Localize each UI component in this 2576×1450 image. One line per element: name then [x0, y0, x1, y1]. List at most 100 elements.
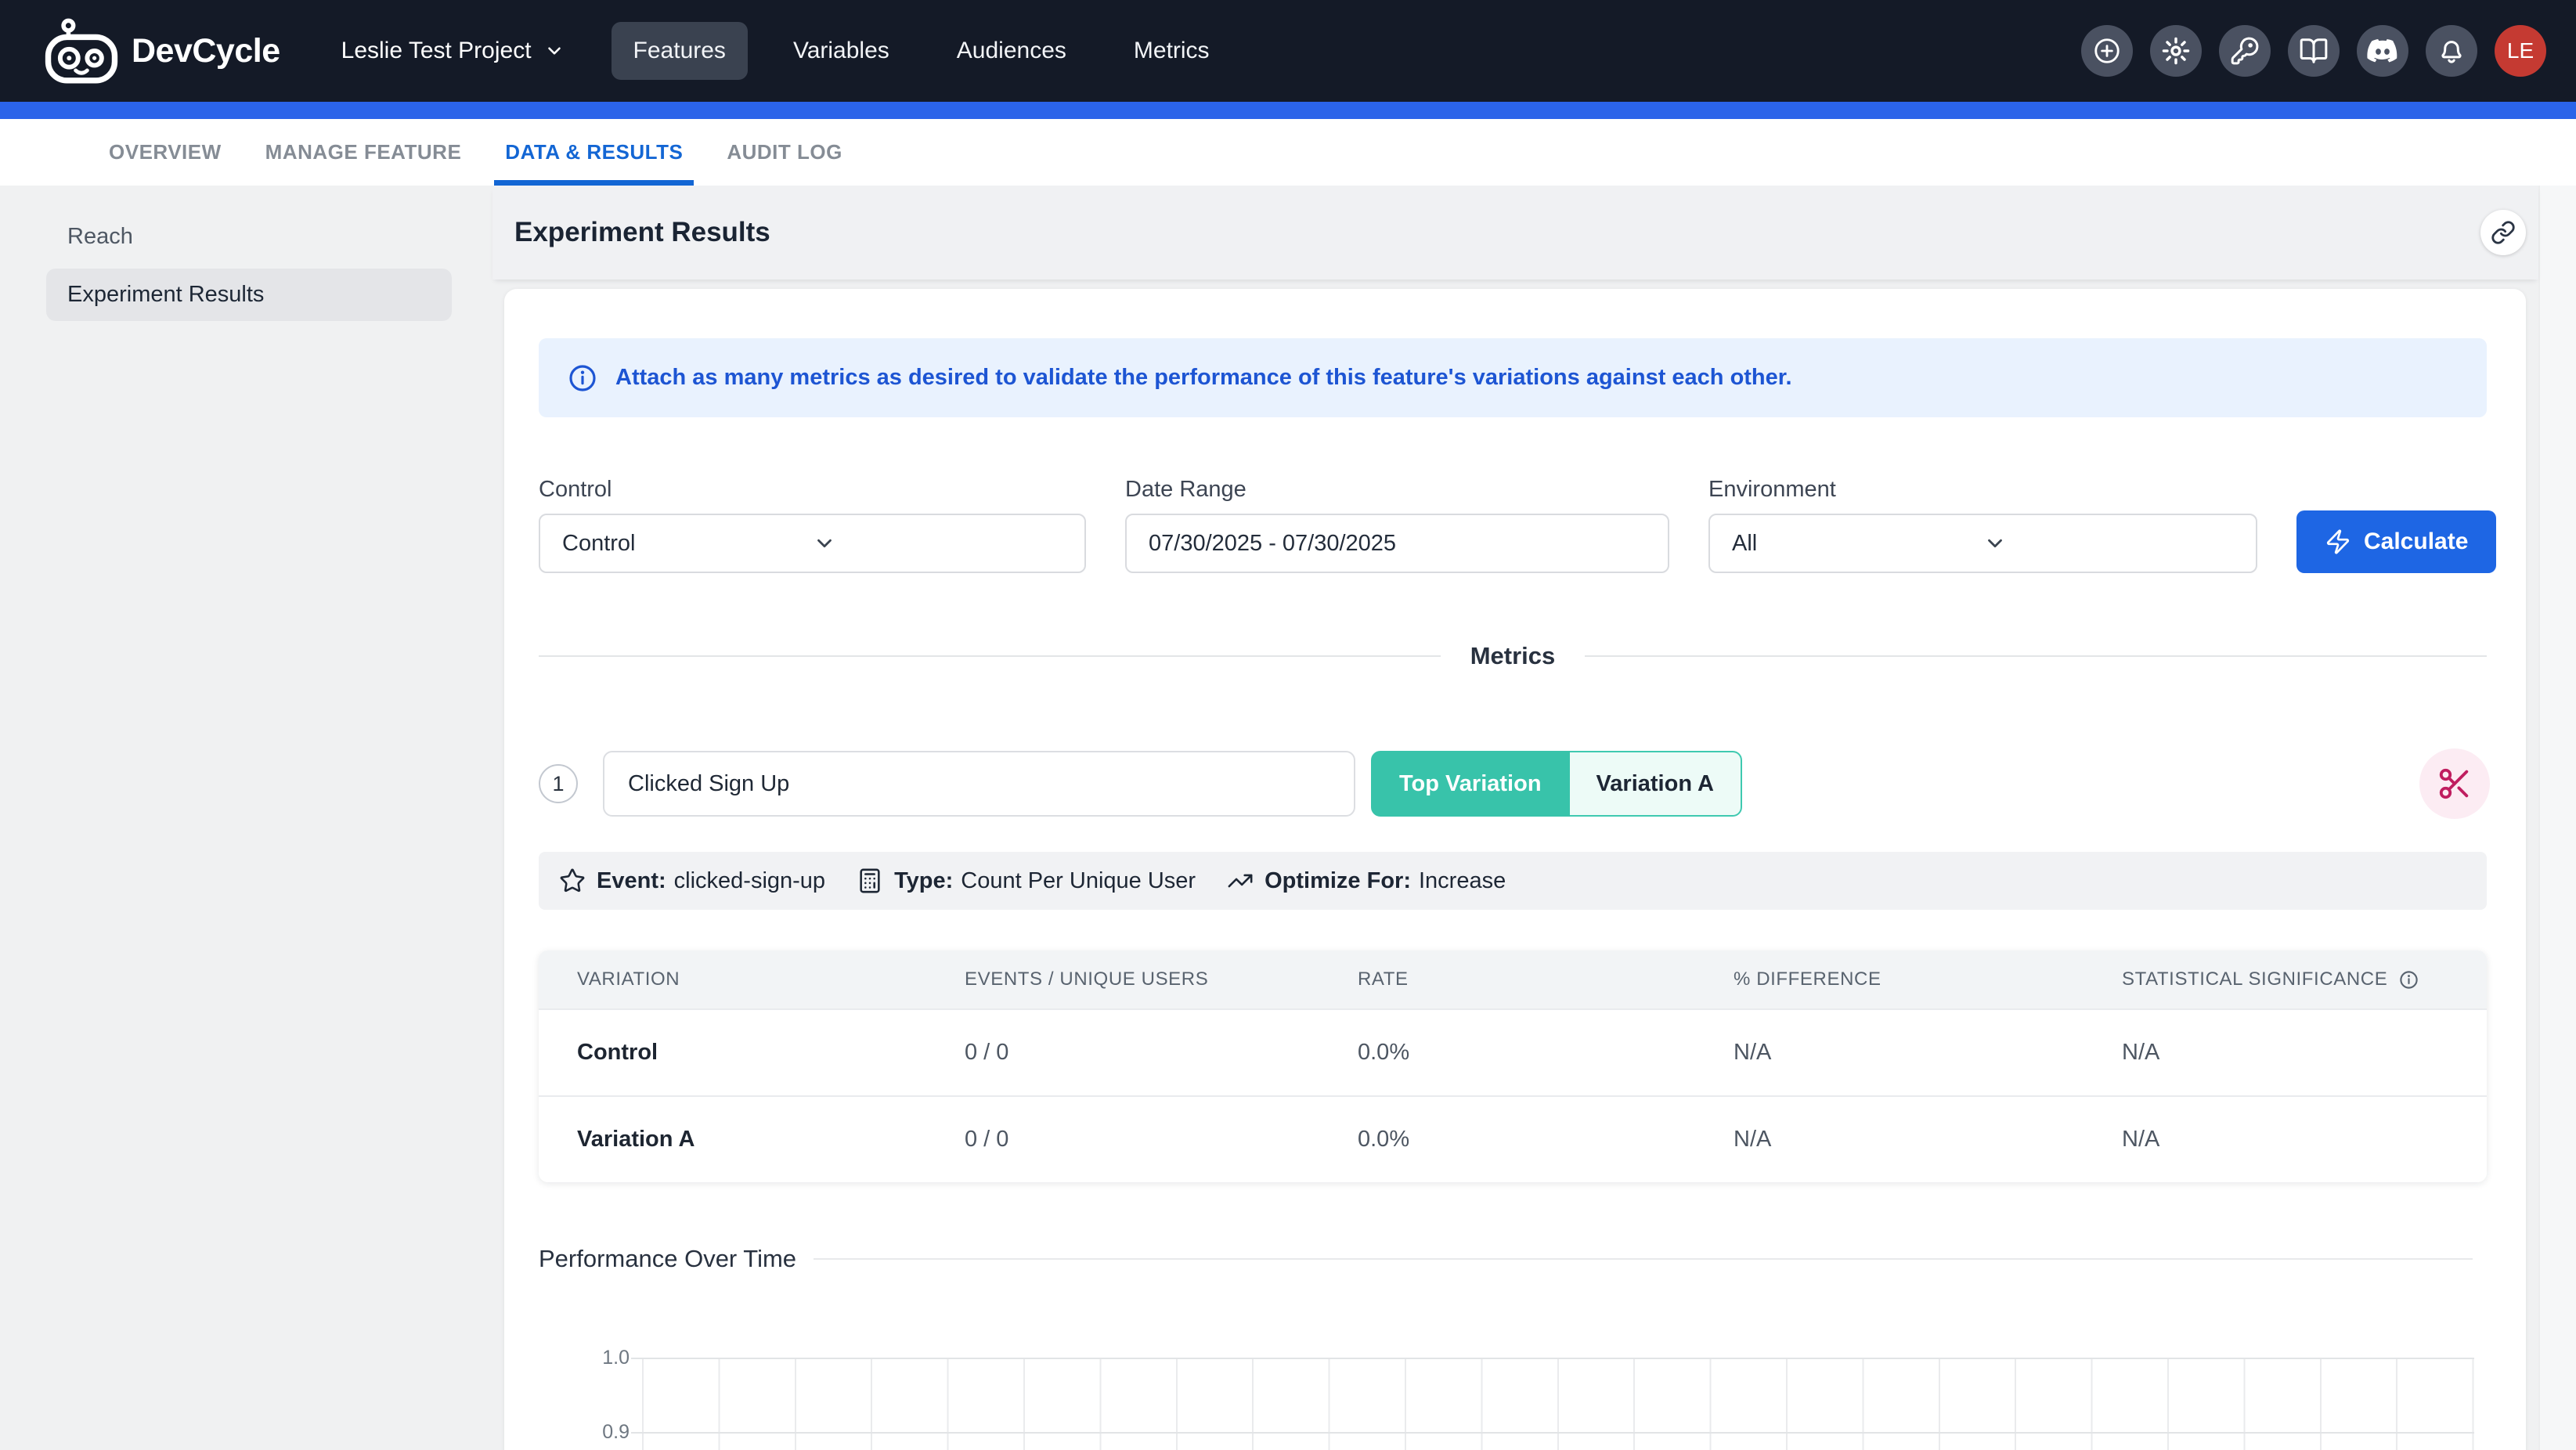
divider-line [1585, 655, 2487, 657]
info-banner-text: Attach as many metrics as desired to val… [615, 365, 1792, 391]
col-significance: STATISTICAL SIGNIFICANCE [2084, 968, 2487, 990]
calculate-button[interactable]: Calculate [2296, 510, 2496, 573]
devcycle-logo[interactable]: DevCycle [44, 17, 280, 85]
sidebar-item-experiment-results[interactable]: Experiment Results [46, 269, 452, 321]
nav-metrics[interactable]: Metrics [1112, 22, 1232, 80]
feature-tab-bar: OVERVIEW MANAGE FEATURE DATA & RESULTS A… [0, 119, 2576, 186]
environment-label: Environment [1708, 477, 2257, 503]
control-field: Control Control [539, 477, 1086, 573]
api-keys-button[interactable] [2219, 25, 2271, 77]
metric-name-value: Clicked Sign Up [628, 771, 789, 796]
star-icon [559, 867, 586, 894]
gear-icon [2161, 36, 2191, 66]
col-variation: VARIATION [539, 968, 926, 990]
devcycle-robot-icon [44, 17, 119, 85]
type-label: Type: [894, 868, 953, 894]
type-value: Count Per Unique User [961, 868, 1196, 894]
top-navbar: DevCycle Leslie Test Project Features Va… [0, 0, 2576, 102]
sidebar-item-reach[interactable]: Reach [46, 214, 452, 259]
environment-select-value: All [1732, 531, 1983, 557]
content-area: Reach Experiment Results Experiment Resu… [0, 186, 2576, 1450]
cell-difference: N/A [1695, 1040, 2084, 1066]
user-avatar[interactable]: LE [2495, 25, 2546, 77]
experiment-results-card: Attach as many metrics as desired to val… [504, 289, 2526, 1450]
add-button[interactable] [2081, 25, 2133, 77]
cell-significance: N/A [2084, 1127, 2487, 1152]
metric-detail-bar: Event: clicked-sign-up Type: Count Per U… [539, 852, 2487, 910]
tab-overview[interactable]: OVERVIEW [109, 119, 222, 186]
table-row: Control 0 / 0 0.0% N/A N/A [539, 1008, 2487, 1095]
section-rule [814, 1258, 2473, 1260]
page-header: Experiment Results [492, 186, 2538, 280]
cell-significance: N/A [2084, 1040, 2487, 1066]
project-switcher[interactable]: Leslie Test Project [337, 37, 569, 65]
environment-field: Environment All [1708, 477, 2257, 573]
tab-manage-feature[interactable]: MANAGE FEATURE [265, 119, 462, 186]
lightning-bolt-icon [2325, 528, 2351, 555]
cell-variation: Variation A [539, 1127, 926, 1152]
variation-a-toggle[interactable]: Variation A [1570, 751, 1742, 817]
y-axis-tick: 0.9 [581, 1421, 630, 1444]
y-axis-tick: 1.0 [581, 1347, 630, 1369]
info-icon[interactable] [2387, 969, 2419, 990]
nav-audiences[interactable]: Audiences [935, 22, 1088, 80]
chevron-down-icon [1983, 532, 2235, 555]
discord-icon [2367, 35, 2398, 67]
optimize-label: Optimize For: [1265, 868, 1411, 894]
table-header-row: VARIATION EVENTS / UNIQUE USERS RATE % D… [539, 950, 2487, 1008]
page-title: Experiment Results [514, 217, 770, 248]
divider-line [539, 655, 1441, 657]
chevron-down-icon [813, 532, 1063, 555]
cell-events: 0 / 0 [926, 1127, 1319, 1152]
notifications-button[interactable] [2426, 25, 2477, 77]
calculate-label: Calculate [2364, 528, 2468, 555]
scrollbar-gutter[interactable] [2538, 186, 2576, 1450]
calculator-icon [857, 867, 883, 894]
event-label: Event: [597, 868, 666, 894]
brand-name: DevCycle [132, 32, 280, 70]
metric-index-badge: 1 [539, 764, 578, 803]
link-icon [2491, 220, 2516, 245]
event-value: clicked-sign-up [674, 868, 825, 894]
table-row: Variation A 0 / 0 0.0% N/A N/A [539, 1095, 2487, 1182]
cell-difference: N/A [1695, 1127, 2084, 1152]
cell-rate: 0.0% [1319, 1127, 1695, 1152]
accent-bar [0, 102, 2576, 119]
bell-icon [2437, 36, 2466, 66]
copy-link-button[interactable] [2480, 210, 2526, 255]
cell-rate: 0.0% [1319, 1040, 1695, 1066]
scissors-icon [2437, 766, 2473, 802]
date-range-input[interactable] [1125, 514, 1669, 573]
main-panel: Experiment Results Attach as many metric… [492, 186, 2538, 1450]
gridline [631, 1432, 2474, 1434]
remove-metric-button[interactable] [2419, 748, 2490, 819]
plus-circle-icon [2092, 36, 2122, 66]
nav-variables[interactable]: Variables [771, 22, 911, 80]
optimize-value: Increase [1419, 868, 1506, 894]
trending-up-icon [1227, 867, 1254, 894]
top-variation-toggle[interactable]: Top Variation [1371, 751, 1570, 817]
gridline [631, 1358, 2474, 1359]
discord-button[interactable] [2357, 25, 2408, 77]
tab-data-results[interactable]: DATA & RESULTS [505, 119, 683, 186]
cell-variation: Control [539, 1040, 926, 1066]
col-events: EVENTS / UNIQUE USERS [926, 968, 1319, 990]
settings-button[interactable] [2150, 25, 2202, 77]
col-rate: RATE [1319, 968, 1695, 990]
book-open-icon [2299, 36, 2329, 66]
control-label: Control [539, 477, 1086, 503]
metrics-divider-label: Metrics [1470, 642, 1556, 670]
chevron-down-icon [544, 41, 565, 61]
tab-audit-log[interactable]: AUDIT LOG [727, 119, 842, 186]
key-icon [2230, 36, 2260, 66]
variation-toggle: Top Variation Variation A [1371, 751, 1742, 817]
metric-row: 1 Clicked Sign Up Top Variation Variatio… [539, 748, 2487, 819]
main-nav: Features Variables Audiences Metrics [612, 22, 1232, 80]
environment-select[interactable]: All [1708, 514, 2257, 573]
metric-name-select[interactable]: Clicked Sign Up [603, 751, 1355, 817]
control-select[interactable]: Control [539, 514, 1086, 573]
docs-button[interactable] [2288, 25, 2340, 77]
nav-features[interactable]: Features [612, 22, 748, 80]
info-icon [567, 362, 598, 394]
performance-section-header: Performance Over Time [539, 1245, 2487, 1273]
